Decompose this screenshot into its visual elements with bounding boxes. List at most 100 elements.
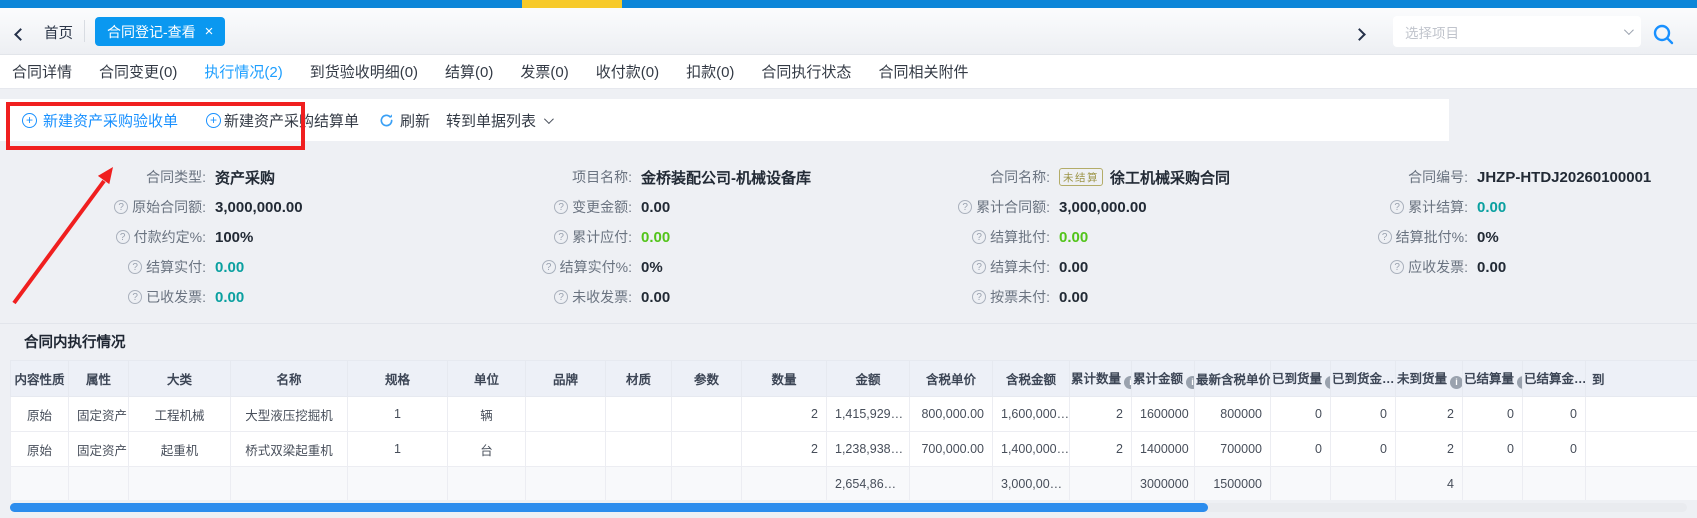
help-icon[interactable]: ?	[128, 260, 142, 274]
help-icon[interactable]: ?	[958, 200, 972, 214]
table-column-header: 材质	[606, 361, 672, 397]
summary-field: 项目名称:金桥装配公司-机械设备库	[430, 162, 850, 192]
project-select[interactable]: 选择项目	[1393, 16, 1641, 47]
new-asset-acceptance-button[interactable]: + 新建资产采购验收单	[22, 110, 178, 131]
help-icon[interactable]: ?	[554, 290, 568, 304]
table-cell: 1	[348, 432, 448, 467]
table-cell: 0	[1331, 397, 1396, 432]
summary-field: 合同名称:未结算徐工机械采购合同	[850, 162, 1270, 192]
help-icon[interactable]: ?	[114, 200, 128, 214]
info-icon[interactable]: i	[1325, 376, 1330, 389]
summary-field: ?变更金额:0.00	[430, 192, 850, 222]
horizontal-scrollbar-track[interactable]	[10, 503, 1687, 512]
help-icon[interactable]: ?	[1390, 260, 1404, 274]
help-icon[interactable]: ?	[1378, 230, 1392, 244]
table-cell: 2	[1070, 432, 1132, 467]
table-cell: 2	[742, 397, 827, 432]
nav-tab[interactable]: 合同详情	[12, 61, 72, 82]
table-row[interactable]: 原始固定资产起重机桥式双梁起重机1台21,238,938…700,000.001…	[11, 432, 1697, 467]
table-cell: 1,415,929…	[827, 397, 910, 432]
table-cell	[11, 467, 69, 501]
table-totals-row[interactable]: 2,654,86…3,000,00…300000015000004	[11, 467, 1697, 501]
field-value: 3,000,000.00	[1059, 199, 1147, 216]
table-column-header: 名称	[231, 361, 348, 397]
refresh-button[interactable]: 刷新	[379, 110, 430, 131]
info-icon[interactable]: i	[1124, 376, 1131, 389]
nav-tab[interactable]: 发票(0)	[520, 61, 568, 82]
help-icon[interactable]: ?	[1390, 200, 1404, 214]
table-column-header: 含税单价	[910, 361, 993, 397]
table-cell: 原始	[11, 432, 69, 467]
table-column-header: 已到货金…i	[1331, 361, 1396, 397]
table-column-header: 最新含税单价	[1195, 361, 1271, 397]
table-column-header: 含税金额	[993, 361, 1070, 397]
field-label: ?累计结算:	[1270, 197, 1468, 217]
field-value: 0.00	[641, 229, 670, 246]
table-cell: 1,400,000…	[993, 432, 1070, 467]
nav-tab[interactable]: 收付款(0)	[596, 61, 659, 82]
search-icon[interactable]	[1652, 23, 1675, 51]
nav-tab[interactable]: 执行情况(2)	[204, 61, 282, 82]
table-column-header: 数量	[742, 361, 827, 397]
table-cell: 0	[1523, 432, 1586, 467]
chevron-down-icon	[1624, 25, 1634, 35]
table-cell: 1	[348, 397, 448, 432]
info-icon[interactable]: i	[1186, 376, 1194, 389]
nav-tab[interactable]: 到货验收明细(0)	[310, 61, 418, 82]
back-button[interactable]	[16, 26, 25, 44]
nav-tab[interactable]: 合同执行状态	[761, 61, 851, 82]
nav-tab[interactable]: 结算(0)	[445, 61, 493, 82]
help-icon[interactable]: ?	[972, 290, 986, 304]
info-icon[interactable]: i	[1450, 376, 1462, 389]
table-cell: 1600000	[1132, 397, 1195, 432]
forward-button[interactable]	[1355, 26, 1364, 44]
table-cell: 0	[1463, 397, 1523, 432]
summary-field: ?结算批付:0.00	[850, 222, 1270, 252]
table-cell	[448, 467, 526, 501]
table-cell: 1400000	[1132, 432, 1195, 467]
home-tab[interactable]: 首页	[44, 22, 73, 43]
plus-circle-icon: +	[22, 113, 37, 128]
table-cell: 原始	[11, 397, 69, 432]
close-icon[interactable]: ×	[205, 24, 214, 39]
summary-field: ?按票未付:0.00	[850, 282, 1270, 312]
help-icon[interactable]: ?	[542, 260, 556, 274]
table-column-header: 已到货量i	[1271, 361, 1331, 397]
summary-field: ?结算实付:0.00	[0, 252, 430, 282]
status-badge: 未结算	[1059, 168, 1103, 186]
field-value: 0.00	[1059, 259, 1088, 276]
table-cell	[526, 397, 606, 432]
new-asset-settlement-button[interactable]: + 新建资产采购结算单	[206, 110, 359, 131]
horizontal-scrollbar-thumb[interactable]	[10, 503, 1208, 512]
table-cell	[1586, 467, 1697, 501]
table-cell: 2	[1396, 432, 1463, 467]
help-icon[interactable]: ?	[972, 260, 986, 274]
execution-table: 内容性质属性大类名称规格单位品牌材质参数数量金额含税单价含税金额累计数量i累计金…	[10, 360, 1697, 500]
help-icon[interactable]: ?	[116, 230, 130, 244]
summary-field: 合同编号:JHZP-HTDJ20260100001	[1270, 162, 1690, 192]
nav-tab[interactable]: 合同相关附件	[878, 61, 968, 82]
active-page-tab[interactable]: 合同登记-查看 ×	[95, 17, 225, 46]
help-icon[interactable]: ?	[554, 230, 568, 244]
table-cell	[672, 432, 742, 467]
field-label: ?结算批付:	[850, 227, 1050, 247]
info-icon[interactable]: i	[1517, 376, 1522, 389]
plus-circle-icon: +	[206, 113, 221, 128]
nav-tab[interactable]: 扣款(0)	[686, 61, 734, 82]
table-cell: 1,238,938…	[827, 432, 910, 467]
table-cell	[69, 467, 129, 501]
field-label: ?累计应付:	[430, 227, 632, 247]
field-label: ?结算未付:	[850, 257, 1050, 277]
table-cell: 3,000,00…	[993, 467, 1070, 501]
table-cell: 3000000	[1132, 467, 1195, 501]
table-row[interactable]: 原始固定资产工程机械大型液压挖掘机1辆21,415,929…800,000.00…	[11, 397, 1697, 432]
help-icon[interactable]: ?	[554, 200, 568, 214]
table-cell: 桥式双梁起重机	[231, 432, 348, 467]
nav-tab[interactable]: 合同变更(0)	[99, 61, 177, 82]
field-value: 100%	[215, 229, 253, 246]
page-tabs-bar: 首页 合同登记-查看 × 选择项目	[0, 8, 1697, 55]
help-icon[interactable]: ?	[128, 290, 142, 304]
goto-document-list-button[interactable]: 转到单据列表	[446, 110, 551, 131]
help-icon[interactable]: ?	[972, 230, 986, 244]
field-label: 合同编号:	[1270, 167, 1468, 187]
